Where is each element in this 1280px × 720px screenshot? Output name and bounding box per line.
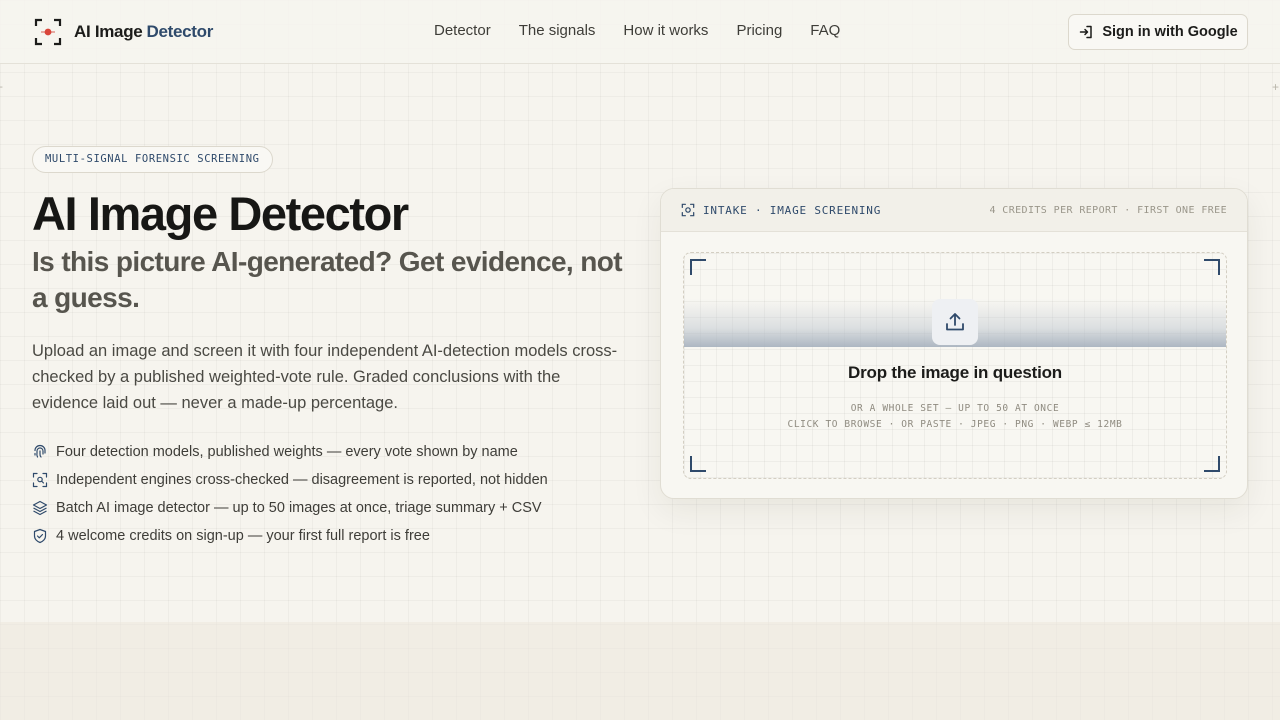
page-title: AI Image Detector bbox=[32, 187, 409, 240]
feature-text: Four detection models, published weights… bbox=[56, 444, 518, 460]
dropzone-hint-line: CLICK TO BROWSE · OR PASTE · JPEG · PNG … bbox=[787, 419, 1123, 430]
hero-badge: MULTI-SIGNAL FORENSIC SCREENING bbox=[32, 146, 273, 173]
card-header: INTAKE · IMAGE SCREENING 4 CREDITS PER R… bbox=[661, 189, 1247, 232]
sign-in-icon bbox=[1080, 25, 1093, 39]
crosshair-mark-right: + bbox=[1272, 80, 1280, 94]
dropzone-hint: OR A WHOLE SET — UP TO 50 AT ONCE CLICK … bbox=[684, 401, 1226, 433]
corner-bracket bbox=[690, 259, 706, 275]
crosshair-mark-left: + bbox=[0, 80, 3, 94]
logo-accent: Detector bbox=[146, 22, 214, 41]
scan-face-icon bbox=[32, 472, 48, 488]
sign-in-google-button[interactable]: Sign in with Google bbox=[1068, 14, 1248, 50]
shield-check-icon bbox=[33, 528, 47, 544]
corner-bracket bbox=[1204, 456, 1220, 472]
logo[interactable]: AI Image Detector bbox=[34, 18, 213, 46]
image-dropzone[interactable]: Drop the image in question OR A WHOLE SE… bbox=[683, 252, 1227, 479]
dropzone-title: Drop the image in question bbox=[848, 363, 1062, 382]
scan-icon bbox=[681, 203, 695, 217]
feature-list: Four detection models, published weights… bbox=[32, 438, 548, 550]
dropzone-hint-line: OR A WHOLE SET — UP TO 50 AT ONCE bbox=[850, 403, 1060, 414]
hero-subtitle: Is this picture AI-generated? Get eviden… bbox=[32, 246, 623, 313]
hero-description: Upload an image and screen it with four … bbox=[32, 342, 618, 412]
nav-detector[interactable]: Detector bbox=[434, 22, 491, 39]
corner-bracket bbox=[690, 456, 706, 472]
card-header-left: INTAKE · IMAGE SCREENING bbox=[681, 203, 881, 217]
feature-text: 4 welcome credits on sign-up — your firs… bbox=[56, 528, 430, 544]
feature-item: Batch AI image detector — up to 50 image… bbox=[32, 494, 548, 522]
card-header-title: INTAKE · IMAGE SCREENING bbox=[703, 203, 882, 217]
main-nav: Detector The signals How it works Pricin… bbox=[420, 22, 854, 39]
corner-bracket bbox=[1204, 259, 1220, 275]
nav-how-it-works[interactable]: How it works bbox=[623, 22, 708, 39]
site-header: AI Image Detector Detector The signals Ho… bbox=[0, 0, 1280, 64]
intake-card: INTAKE · IMAGE SCREENING 4 CREDITS PER R… bbox=[660, 188, 1248, 499]
next-section-band bbox=[0, 622, 1280, 720]
feature-text: Batch AI image detector — up to 50 image… bbox=[56, 500, 542, 516]
upload-button[interactable] bbox=[932, 299, 978, 345]
nav-pricing[interactable]: Pricing bbox=[736, 22, 782, 39]
card-header-credits: 4 CREDITS PER REPORT · FIRST ONE FREE bbox=[989, 204, 1227, 216]
nav-signals[interactable]: The signals bbox=[519, 22, 596, 39]
feature-item: Independent engines cross-checked — disa… bbox=[32, 466, 548, 494]
layers-icon bbox=[32, 500, 48, 516]
fingerprint-icon bbox=[34, 444, 46, 458]
feature-text: Independent engines cross-checked — disa… bbox=[56, 472, 548, 488]
sign-in-label: Sign in with Google bbox=[1102, 24, 1238, 40]
logo-text: AI Image Detector bbox=[74, 22, 214, 41]
logo-mark-icon bbox=[34, 18, 62, 46]
feature-item: Four detection models, published weights… bbox=[32, 438, 548, 466]
feature-item: 4 welcome credits on sign-up — your firs… bbox=[32, 522, 548, 550]
nav-faq[interactable]: FAQ bbox=[810, 22, 840, 39]
upload-icon bbox=[946, 313, 964, 331]
